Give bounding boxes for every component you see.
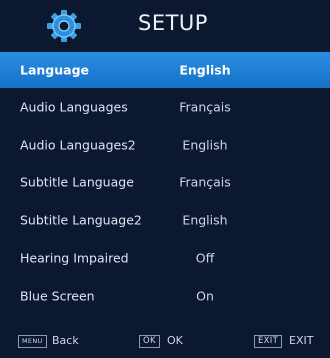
setting-row-subtitle-language[interactable]: Subtitle Language Français (0, 164, 330, 202)
ok-key-icon[interactable]: OK (139, 335, 160, 348)
exit-key-icon[interactable]: EXIT (254, 335, 283, 348)
back-hint: Back (52, 334, 79, 347)
setting-row-audio-languages2[interactable]: Audio Languages2 English (0, 126, 330, 164)
setting-value: English (182, 212, 228, 228)
setting-label: Blue Screen (20, 288, 95, 304)
setting-label: Audio Languages (20, 99, 128, 115)
setting-value: Français (179, 174, 231, 190)
page-title: SETUP (138, 11, 208, 35)
key-hints: MENU Back OK OK EXIT EXIT (0, 326, 330, 354)
setting-value: English (179, 62, 231, 78)
menu-key-icon[interactable]: MENU (18, 335, 47, 348)
setting-value: Off (195, 250, 215, 266)
setting-value: English (182, 137, 228, 153)
setting-row-blue-screen[interactable]: Blue Screen On (0, 277, 330, 315)
exit-hint: EXIT (289, 334, 314, 347)
setting-label: Subtitle Language (20, 174, 134, 190)
setting-label: Audio Languages2 (20, 137, 136, 153)
menu-header: SETUP (0, 0, 330, 52)
setting-row-audio-languages[interactable]: Audio Languages Français (0, 88, 330, 126)
setting-value: Français (179, 99, 231, 115)
setting-label: Subtitle Language2 (20, 212, 142, 228)
settings-list: Language English Audio Languages Françai… (0, 52, 330, 315)
ok-hint: OK (167, 334, 183, 347)
setting-label: Language (20, 62, 90, 78)
setting-row-language[interactable]: Language English (0, 52, 330, 88)
setting-row-hearing-impaired[interactable]: Hearing Impaired Off (0, 239, 330, 277)
gear-icon (47, 10, 81, 42)
setting-label: Hearing Impaired (20, 250, 129, 266)
setting-value: On (196, 288, 214, 304)
setup-menu: SETUP Language English Audio Languages F… (0, 0, 330, 358)
setting-row-subtitle-language2[interactable]: Subtitle Language2 English (0, 201, 330, 239)
